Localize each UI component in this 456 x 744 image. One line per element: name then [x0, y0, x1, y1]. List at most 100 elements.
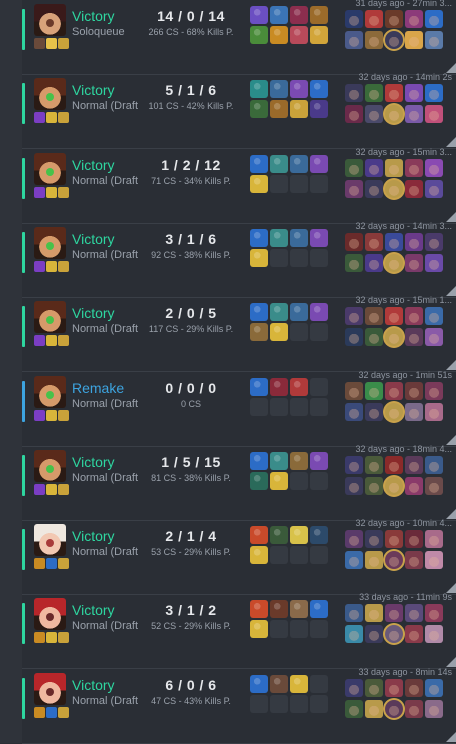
team-champion-icon[interactable]: [405, 551, 423, 570]
team-champion-icon[interactable]: [365, 678, 383, 697]
item-icon[interactable]: [290, 303, 308, 322]
item-icon[interactable]: [270, 100, 288, 119]
team-champion-icon[interactable]: [425, 551, 443, 570]
team-champion-icon[interactable]: [385, 307, 403, 326]
team-champion-icon[interactable]: [405, 455, 423, 474]
team-champion-icon[interactable]: [345, 530, 363, 549]
match-row[interactable]: VictoryNormal (Draft Pick)5 / 1 / 6101 C…: [22, 72, 456, 150]
team-champion-icon[interactable]: [405, 307, 423, 326]
team-champion-icon[interactable]: [365, 328, 383, 347]
team-champion-icon[interactable]: [405, 31, 423, 49]
team-champion-icon[interactable]: [385, 678, 403, 697]
item-icon[interactable]: [310, 526, 328, 545]
item-icon[interactable]: [270, 323, 288, 342]
summoner-spell-icon[interactable]: [46, 558, 57, 570]
player-champion-icon[interactable]: [385, 402, 403, 421]
team-champion-icon[interactable]: [345, 476, 363, 495]
team-champion-icon[interactable]: [425, 402, 443, 421]
team-champion-icon[interactable]: [365, 551, 383, 570]
item-icon[interactable]: [250, 248, 268, 267]
item-icon[interactable]: [290, 6, 308, 24]
item-icon[interactable]: [250, 674, 268, 693]
item-icon[interactable]: [290, 526, 308, 545]
rune-icon[interactable]: [58, 558, 69, 570]
team-champion-icon[interactable]: [405, 232, 423, 251]
player-champion-icon[interactable]: [385, 179, 403, 198]
champion-portrait[interactable]: [34, 78, 66, 111]
team-champion-icon[interactable]: [345, 402, 363, 421]
summoner-spell-icon[interactable]: [34, 632, 45, 644]
team-champion-icon[interactable]: [365, 31, 383, 49]
match-row[interactable]: VictoryNormal (Draft Pick)6 / 0 / 647 CS…: [22, 667, 456, 744]
team-champion-icon[interactable]: [365, 105, 383, 124]
summoner-spell-icon[interactable]: [34, 260, 45, 272]
item-icon[interactable]: [290, 100, 308, 119]
team-champion-icon[interactable]: [405, 604, 423, 623]
team-champion-icon[interactable]: [345, 232, 363, 251]
player-champion-icon[interactable]: [385, 476, 403, 495]
player-champion-icon[interactable]: [385, 31, 403, 49]
match-row[interactable]: RemakeNormal (Draft Pick)0 / 0 / 00 CS32…: [22, 370, 456, 447]
item-icon[interactable]: [310, 6, 328, 24]
team-champion-icon[interactable]: [345, 179, 363, 198]
item-icon[interactable]: [270, 303, 288, 322]
item-icon[interactable]: [270, 471, 288, 490]
item-icon[interactable]: [270, 26, 288, 44]
summoner-spell-icon[interactable]: [34, 335, 45, 347]
summoner-spell-icon[interactable]: [34, 409, 45, 421]
team-champion-icon[interactable]: [365, 158, 383, 177]
team-champion-icon[interactable]: [345, 381, 363, 400]
match-row[interactable]: VictoryNormal (Draft Pick)3 / 1 / 692 CS…: [22, 221, 456, 298]
expand-corner-icon[interactable]: [446, 731, 456, 742]
item-icon[interactable]: [270, 451, 288, 470]
team-champion-icon[interactable]: [425, 455, 443, 474]
team-champion-icon[interactable]: [425, 381, 443, 400]
item-icon[interactable]: [250, 600, 268, 619]
team-champion-icon[interactable]: [425, 179, 443, 198]
summoner-spell-icon[interactable]: [46, 483, 57, 495]
item-icon[interactable]: [270, 6, 288, 24]
team-champion-icon[interactable]: [405, 476, 423, 495]
team-champion-icon[interactable]: [365, 232, 383, 251]
team-champion-icon[interactable]: [345, 158, 363, 177]
item-icon[interactable]: [290, 600, 308, 619]
item-icon[interactable]: [290, 674, 308, 693]
rune-icon[interactable]: [58, 409, 69, 421]
item-icon[interactable]: [310, 26, 328, 44]
team-champion-icon[interactable]: [365, 476, 383, 495]
team-champion-icon[interactable]: [345, 678, 363, 697]
item-icon[interactable]: [250, 174, 268, 193]
item-icon[interactable]: [310, 80, 328, 99]
summoner-spell-icon[interactable]: [34, 112, 45, 124]
player-champion-icon[interactable]: [385, 105, 403, 124]
item-icon[interactable]: [270, 600, 288, 619]
item-icon[interactable]: [290, 228, 308, 247]
team-champion-icon[interactable]: [385, 604, 403, 623]
team-champion-icon[interactable]: [345, 625, 363, 644]
item-icon[interactable]: [310, 451, 328, 470]
team-champion-icon[interactable]: [345, 105, 363, 124]
rune-icon[interactable]: [58, 335, 69, 347]
item-icon[interactable]: [270, 674, 288, 693]
team-champion-icon[interactable]: [425, 530, 443, 549]
team-champion-icon[interactable]: [425, 253, 443, 272]
match-row[interactable]: Victory Soloqueue 14 / 0 / 14 266 CS - 68% …: [22, 0, 456, 75]
item-icon[interactable]: [310, 100, 328, 119]
player-champion-icon[interactable]: [385, 551, 403, 570]
player-champion-icon[interactable]: [385, 625, 403, 644]
team-champion-icon[interactable]: [345, 253, 363, 272]
item-icon[interactable]: [290, 377, 308, 396]
team-champion-icon[interactable]: [345, 604, 363, 623]
item-icon[interactable]: [250, 620, 268, 639]
rune-icon[interactable]: [58, 112, 69, 124]
item-icon[interactable]: [250, 323, 268, 342]
team-champion-icon[interactable]: [365, 402, 383, 421]
team-champion-icon[interactable]: [425, 604, 443, 623]
rune-icon[interactable]: [58, 483, 69, 495]
champion-portrait[interactable]: [34, 4, 66, 36]
team-champion-icon[interactable]: [365, 84, 383, 103]
item-icon[interactable]: [270, 377, 288, 396]
item-icon[interactable]: [250, 228, 268, 247]
item-icon[interactable]: [290, 451, 308, 470]
item-icon[interactable]: [250, 451, 268, 470]
